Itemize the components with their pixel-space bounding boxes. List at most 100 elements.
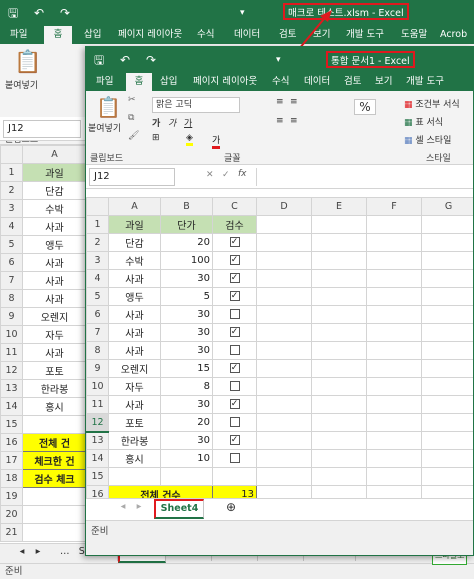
- checked-checkbox[interactable]: ✓: [229, 273, 240, 283]
- front-header-price[interactable]: 단가: [160, 215, 213, 234]
- front-empty-cell[interactable]: [256, 431, 312, 450]
- back-row-header[interactable]: 4: [0, 217, 23, 236]
- front-empty-cell[interactable]: [256, 215, 312, 234]
- front-cell-fruit[interactable]: 수박: [108, 251, 161, 270]
- front-empty-cell[interactable]: [421, 323, 473, 342]
- back-row-header[interactable]: 8: [0, 289, 23, 308]
- back-tab-developer[interactable]: 개발 도구: [346, 26, 384, 44]
- format-as-table-button[interactable]: ▦ 표 서식: [404, 115, 443, 128]
- front-col-header[interactable]: G: [421, 197, 473, 216]
- back-cell-a[interactable]: [22, 487, 87, 506]
- front-sheet-tab-sheet4[interactable]: Sheet4: [154, 499, 204, 519]
- back-cell-a[interactable]: 검수 체크: [22, 469, 87, 488]
- front-empty-cell[interactable]: [421, 305, 473, 324]
- front-empty-cell[interactable]: [256, 377, 312, 396]
- back-cell-a[interactable]: [22, 523, 87, 542]
- front-tab-formulas[interactable]: 수식: [272, 73, 289, 91]
- front-tab-file[interactable]: 파일: [96, 73, 113, 91]
- front-tab-page-layout[interactable]: 페이지 레이아웃: [193, 73, 257, 91]
- back-row-header[interactable]: 10: [0, 325, 23, 344]
- front-empty-cell[interactable]: [366, 431, 422, 450]
- front-cell-fruit[interactable]: 한라봉: [108, 431, 161, 450]
- front-row-header[interactable]: 2: [86, 233, 109, 252]
- front-empty-cell[interactable]: [311, 305, 367, 324]
- front-tab-insert[interactable]: 삽입: [160, 73, 177, 91]
- font-name-select[interactable]: 맑은 고딕: [152, 97, 240, 113]
- front-empty-cell[interactable]: [421, 359, 473, 378]
- front-empty-cell[interactable]: [311, 323, 367, 342]
- back-row-header[interactable]: 14: [0, 397, 23, 416]
- back-row-header[interactable]: 15: [0, 415, 23, 434]
- front-cell-fruit[interactable]: 단감: [108, 233, 161, 252]
- front-cell-check[interactable]: [212, 413, 257, 432]
- front-header-check[interactable]: 검수: [212, 215, 257, 234]
- front-row-header[interactable]: 5: [86, 287, 109, 306]
- back-cell-a[interactable]: 한라봉: [22, 379, 87, 398]
- back-cell-a[interactable]: 과일: [22, 163, 87, 182]
- front-cell-check[interactable]: ✓: [212, 233, 257, 252]
- align-center-icon[interactable]: ≡: [290, 116, 298, 126]
- front-empty-cell[interactable]: [366, 359, 422, 378]
- back-cell-a[interactable]: [22, 415, 87, 434]
- front-paste-label[interactable]: 붙여넣기: [88, 121, 121, 134]
- front-tab-review[interactable]: 검토: [344, 73, 361, 91]
- front-empty-cell[interactable]: [256, 449, 312, 468]
- front-empty-cell[interactable]: [311, 341, 367, 360]
- front-cell-price[interactable]: 30: [160, 395, 213, 414]
- front-tab-developer[interactable]: 개발 도구: [406, 73, 444, 91]
- front-cell-price[interactable]: 20: [160, 233, 213, 252]
- checked-checkbox[interactable]: ✓: [229, 435, 240, 445]
- back-row-header[interactable]: 6: [0, 253, 23, 272]
- front-empty-cell[interactable]: [366, 305, 422, 324]
- copy-icon[interactable]: ⧉: [128, 113, 134, 123]
- front-empty-cell[interactable]: [421, 287, 473, 306]
- font-color-icon[interactable]: 가: [212, 133, 221, 149]
- redo-icon[interactable]: ↷: [146, 52, 156, 68]
- border-icon[interactable]: ⊞: [152, 133, 160, 143]
- front-row-header[interactable]: 8: [86, 341, 109, 360]
- front-empty-cell[interactable]: [256, 467, 312, 486]
- cell-style-button[interactable]: ▦ 셀 스타일: [404, 133, 451, 146]
- back-row-header[interactable]: 1: [0, 163, 23, 182]
- front-next-sheet-icon[interactable]: ▸: [132, 499, 146, 516]
- back-cell-a[interactable]: 홍시: [22, 397, 87, 416]
- front-cell-price[interactable]: 30: [160, 341, 213, 360]
- front-row-header[interactable]: 9: [86, 359, 109, 378]
- front-col-header[interactable]: A: [108, 197, 161, 216]
- back-tab-acrobat[interactable]: Acrob: [440, 26, 467, 44]
- front-tab-data[interactable]: 데이터: [304, 73, 330, 91]
- customize-qat-icon[interactable]: ▾: [276, 52, 281, 68]
- back-cell-a[interactable]: 자두: [22, 325, 87, 344]
- front-cell-check[interactable]: ✓: [212, 431, 257, 450]
- front-cell-check[interactable]: ✓: [212, 287, 257, 306]
- front-empty-cell[interactable]: [311, 287, 367, 306]
- front-header-fruit[interactable]: 과일: [108, 215, 161, 234]
- back-tab-home[interactable]: 홈: [44, 26, 72, 44]
- front-empty-cell[interactable]: [421, 377, 473, 396]
- number-format-percent[interactable]: %: [354, 99, 376, 115]
- back-row-header[interactable]: 17: [0, 451, 23, 470]
- back-paste-icon[interactable]: 📋: [14, 50, 41, 75]
- back-tab-formulas[interactable]: 수식: [197, 26, 214, 44]
- front-empty-cell[interactable]: [256, 305, 312, 324]
- back-row-header[interactable]: 13: [0, 379, 23, 398]
- checked-checkbox[interactable]: ✓: [229, 327, 240, 337]
- back-cell-a[interactable]: 사과: [22, 217, 87, 236]
- front-cell-check[interactable]: [212, 341, 257, 360]
- front-empty-cell[interactable]: [366, 233, 422, 252]
- front-empty-cell[interactable]: [366, 215, 422, 234]
- front-empty-cell[interactable]: [421, 449, 473, 468]
- front-empty-cell[interactable]: [421, 431, 473, 450]
- enter-icon[interactable]: ✓: [222, 170, 230, 180]
- front-cell-check[interactable]: [212, 377, 257, 396]
- checked-checkbox[interactable]: ✓: [229, 363, 240, 373]
- front-cell-check[interactable]: ✓: [212, 269, 257, 288]
- front-row-header[interactable]: 7: [86, 323, 109, 342]
- front-paste-icon[interactable]: 📋: [96, 95, 121, 119]
- front-empty-cell[interactable]: [366, 269, 422, 288]
- front-cell-fruit[interactable]: 자두: [108, 377, 161, 396]
- front-empty-cell[interactable]: [366, 449, 422, 468]
- front-empty-cell[interactable]: [311, 413, 367, 432]
- back-row-header[interactable]: 9: [0, 307, 23, 326]
- checked-checkbox[interactable]: ✓: [229, 237, 240, 247]
